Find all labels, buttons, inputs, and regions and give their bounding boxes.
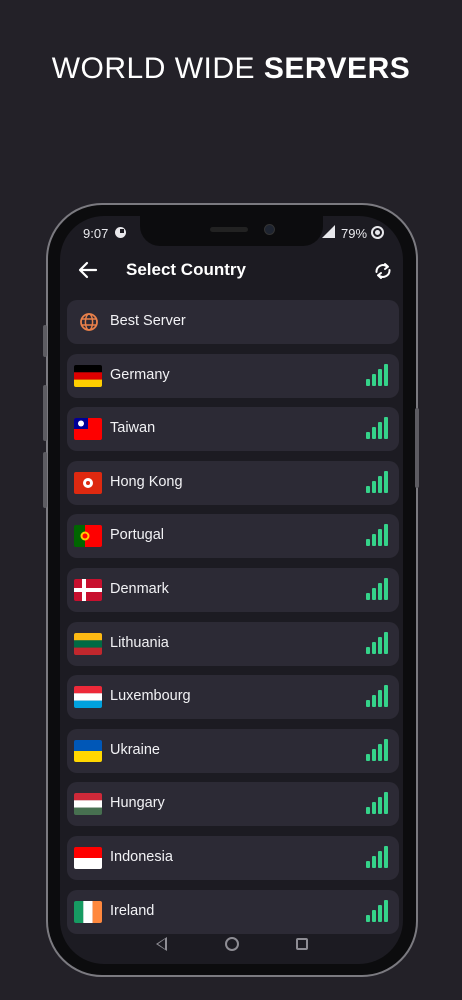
nav-recents-icon[interactable] xyxy=(296,938,308,950)
arrow-left-icon[interactable] xyxy=(76,256,100,284)
signal-strength-icon xyxy=(366,363,390,386)
battery-saver-icon xyxy=(371,226,384,239)
server-list: Best Server Germany Taiwan Hong Kong Por… xyxy=(67,300,399,943)
app-bar: Select Country xyxy=(60,252,403,288)
headline-light-text: WORLD WIDE xyxy=(51,52,256,85)
status-time: 9:07 xyxy=(83,226,109,241)
signal-strength-icon xyxy=(366,792,390,815)
phone-power-button xyxy=(415,408,419,488)
notification-icon xyxy=(115,227,126,238)
country-name: Hong Kong xyxy=(110,473,183,490)
country-item-hong-kong[interactable]: Hong Kong xyxy=(67,460,399,505)
signal-strength-icon xyxy=(366,738,390,761)
taiwan-flag-icon xyxy=(74,418,102,441)
signal-strength-icon xyxy=(366,631,390,654)
country-name: Hungary xyxy=(110,795,165,812)
country-item-germany[interactable]: Germany xyxy=(67,353,399,398)
front-camera xyxy=(264,224,275,235)
signal-strength-icon xyxy=(366,577,390,600)
country-item-hungary[interactable]: Hungary xyxy=(67,782,399,827)
country-name: Ukraine xyxy=(110,741,160,758)
nav-home-icon[interactable] xyxy=(225,937,239,951)
country-item-lithuania[interactable]: Lithuania xyxy=(67,621,399,666)
notch xyxy=(140,216,323,246)
country-name: Portugal xyxy=(110,527,165,544)
country-name: Denmark xyxy=(110,580,169,597)
country-item-denmark[interactable]: Denmark xyxy=(67,567,399,612)
phone-screen: 9:07 79% Select Country Best Server Germ… xyxy=(60,216,403,964)
best-server-item[interactable]: Best Server xyxy=(67,300,399,344)
hungary-flag-icon xyxy=(74,793,102,816)
cell-signal-icon xyxy=(322,225,335,238)
luxembourg-flag-icon xyxy=(74,686,102,709)
best-server-label: Best Server xyxy=(110,313,186,329)
signal-strength-icon xyxy=(366,524,390,547)
country-item-indonesia[interactable]: Indonesia xyxy=(67,835,399,880)
nav-back-icon[interactable] xyxy=(156,937,167,951)
portugal-flag-icon xyxy=(74,525,102,548)
ireland-flag-icon xyxy=(74,900,102,923)
phone-side-button xyxy=(43,452,47,508)
country-item-luxembourg[interactable]: Luxembourg xyxy=(67,675,399,720)
country-name: Ireland xyxy=(110,902,155,919)
globe-icon xyxy=(79,312,99,332)
promo-headline: WORLD WIDE SERVERS xyxy=(0,52,462,86)
country-item-ukraine[interactable]: Ukraine xyxy=(67,728,399,773)
country-name: Indonesia xyxy=(110,848,173,865)
signal-strength-icon xyxy=(366,899,390,922)
country-item-portugal[interactable]: Portugal xyxy=(67,514,399,559)
country-name: Taiwan xyxy=(110,420,156,437)
signal-strength-icon xyxy=(366,685,390,708)
signal-strength-icon xyxy=(366,470,390,493)
phone-side-button xyxy=(43,385,47,441)
speaker-grille xyxy=(210,227,248,232)
battery-percent: 79% xyxy=(341,226,368,241)
phone-side-button xyxy=(43,325,47,357)
indonesia-flag-icon xyxy=(74,846,102,869)
refresh-icon[interactable] xyxy=(372,260,394,282)
signal-strength-icon xyxy=(366,417,390,440)
country-name: Germany xyxy=(110,366,170,383)
headline-bold-text: SERVERS xyxy=(263,52,411,85)
hong-kong-flag-icon xyxy=(74,471,102,494)
denmark-flag-icon xyxy=(74,578,102,601)
system-nav-bar xyxy=(60,928,403,964)
signal-strength-icon xyxy=(366,845,390,868)
lithuania-flag-icon xyxy=(74,632,102,655)
ukraine-flag-icon xyxy=(74,739,102,762)
page-title: Select Country xyxy=(126,260,246,279)
germany-flag-icon xyxy=(74,364,102,387)
country-name: Lithuania xyxy=(110,634,169,651)
country-item-ireland[interactable]: Ireland xyxy=(67,889,399,934)
country-name: Luxembourg xyxy=(110,688,191,705)
country-item-taiwan[interactable]: Taiwan xyxy=(67,407,399,452)
